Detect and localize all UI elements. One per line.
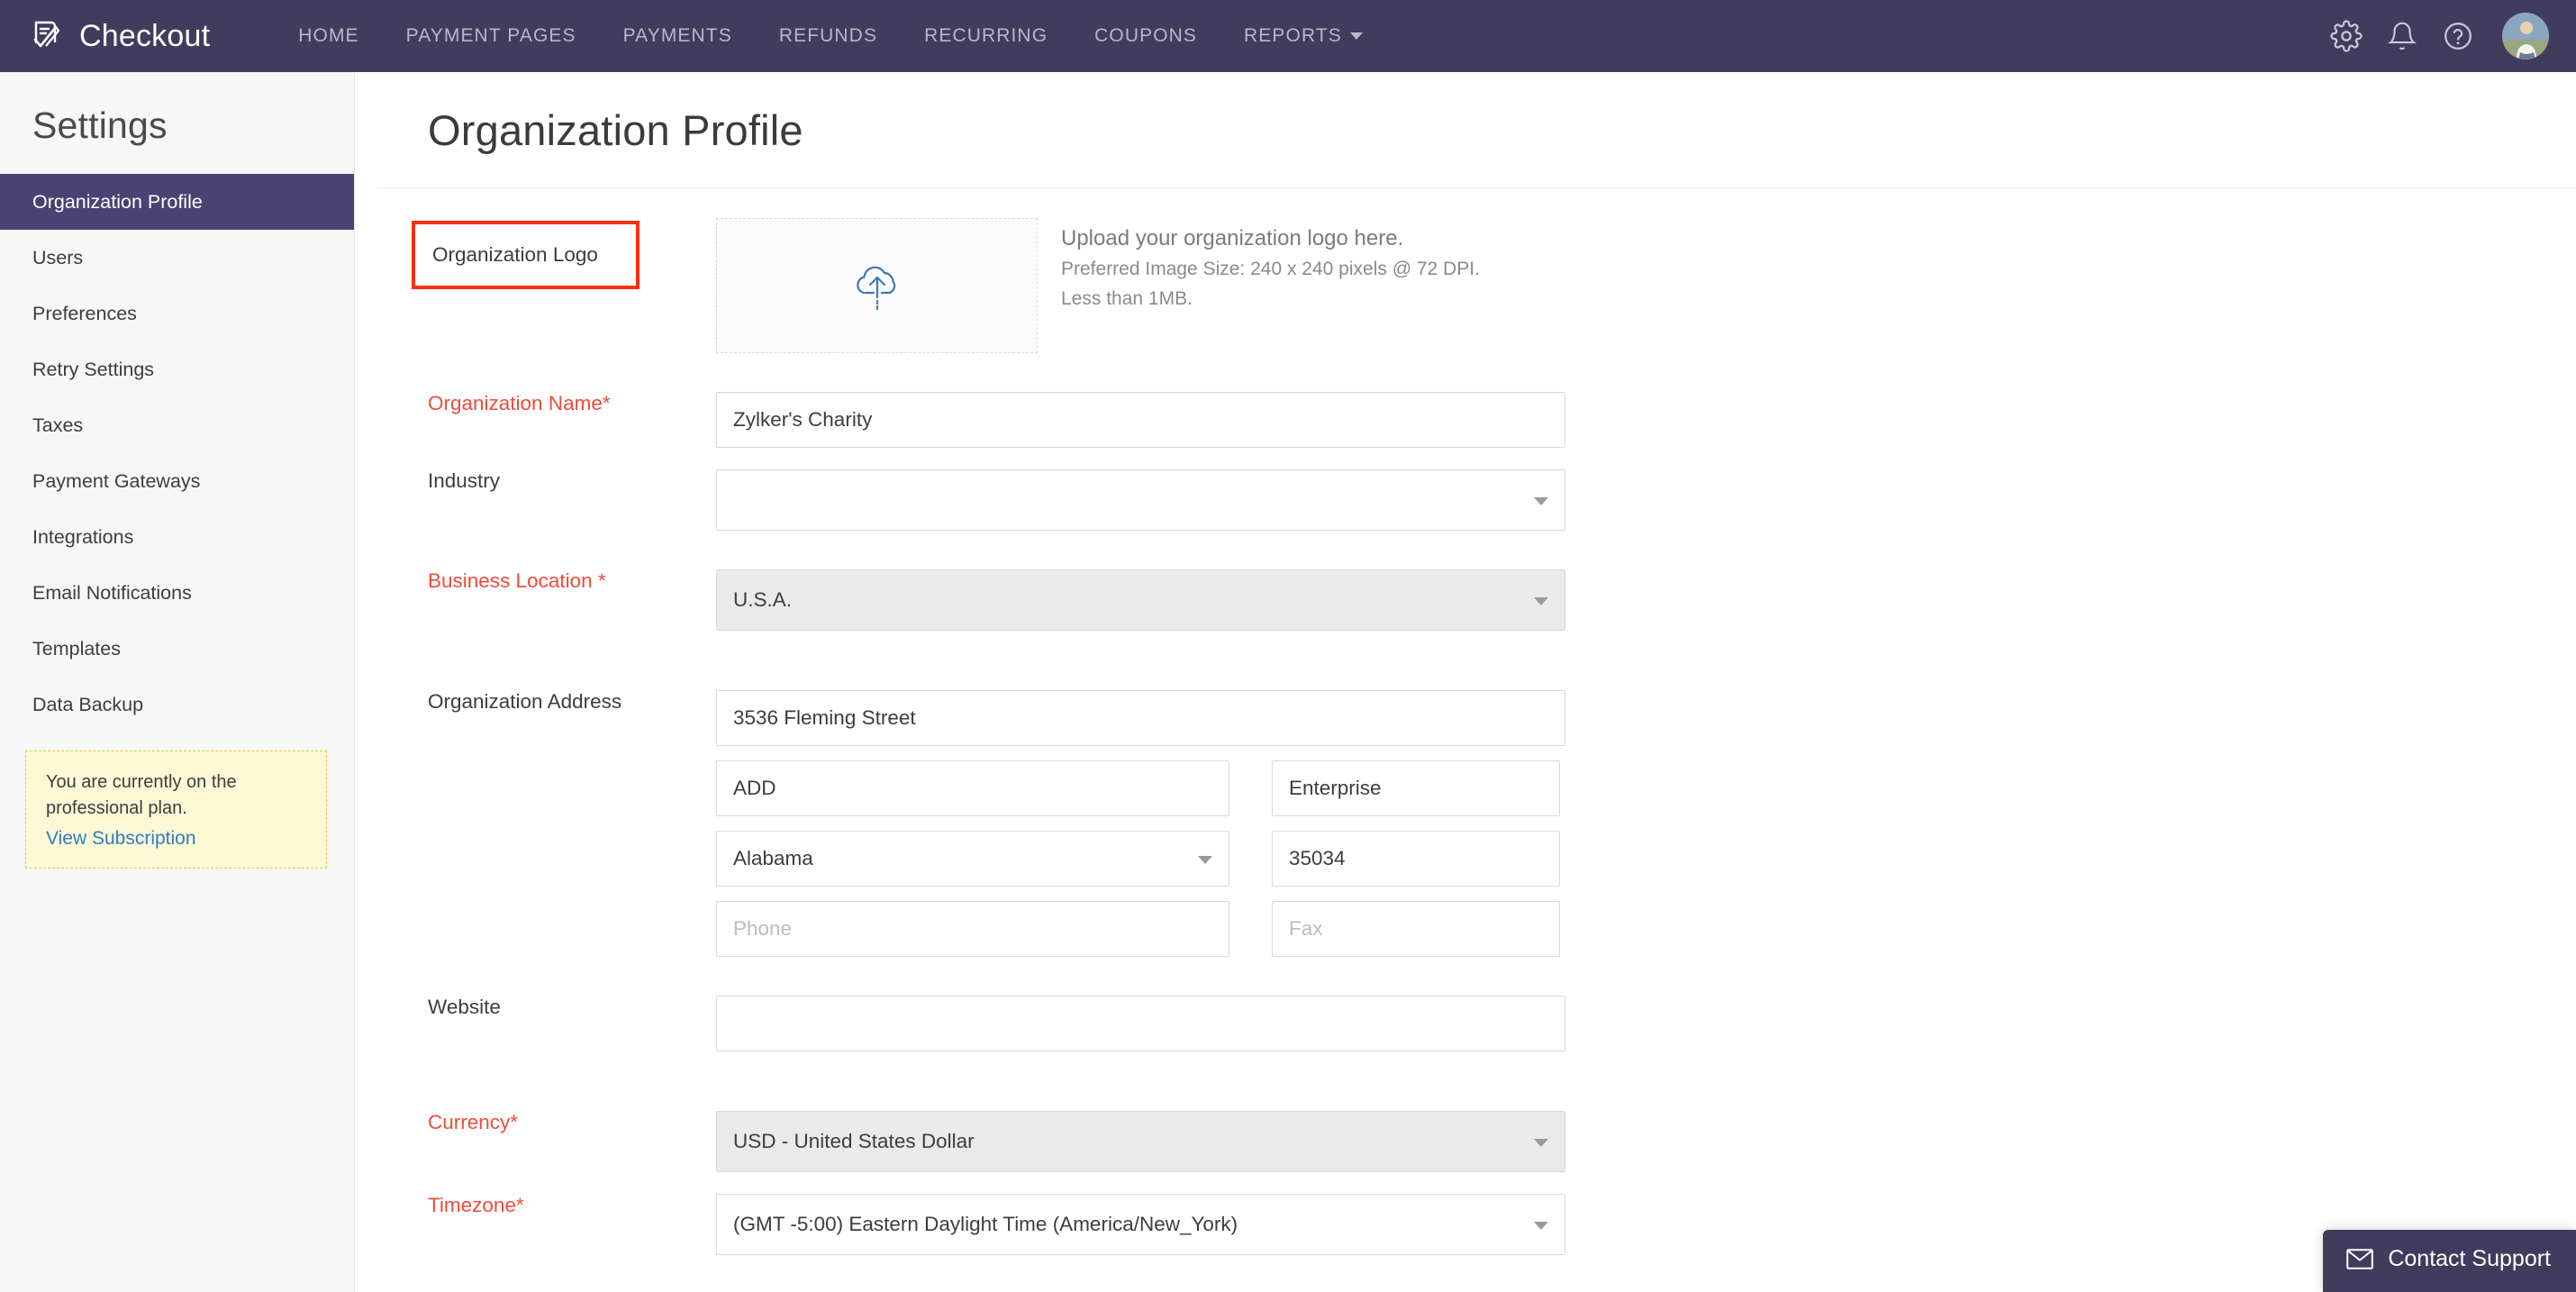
document-check-logo-icon	[23, 14, 67, 58]
nav-link-home[interactable]: HOME	[275, 0, 382, 72]
top-navbar: Checkout HOME PAYMENT PAGES PAYMENTS REF…	[0, 0, 2576, 72]
sidebar-item-integrations[interactable]: Integrations	[0, 509, 354, 565]
business-location-row: Business Location * U.S.A.	[377, 569, 2576, 631]
plan-notice-text: You are currently on the professional pl…	[46, 769, 306, 822]
nav-link-payment-pages[interactable]: PAYMENT PAGES	[383, 0, 600, 72]
currency-select-value: USD - United States Dollar	[733, 1130, 975, 1153]
sidebar-item-users[interactable]: Users	[0, 230, 354, 286]
brand-name: Checkout	[79, 19, 210, 54]
address-state-value: Alabama	[733, 847, 813, 870]
chevron-down-icon	[1534, 1139, 1548, 1147]
chevron-down-icon	[1350, 32, 1363, 40]
logo-upload-line-1: Upload your organization logo here.	[1061, 223, 1480, 255]
nav-link-reports[interactable]: REPORTS	[1220, 0, 1386, 72]
industry-control	[716, 469, 2576, 531]
timezone-control: (GMT -5:00) Eastern Daylight Time (Ameri…	[716, 1194, 2576, 1255]
envelope-icon	[2346, 1249, 2373, 1269]
contact-support-button[interactable]: Contact Support	[2323, 1230, 2576, 1292]
organization-name-row: Organization Name*	[377, 392, 2576, 448]
organization-logo-highlight-box: Organization Logo	[412, 221, 639, 289]
view-subscription-link[interactable]: View Subscription	[46, 828, 196, 850]
chevron-down-icon	[1534, 497, 1548, 505]
sidebar-item-retry-settings[interactable]: Retry Settings	[0, 341, 354, 397]
organization-name-input[interactable]	[716, 392, 1565, 448]
help-icon[interactable]	[2430, 8, 2486, 64]
organization-address-control: Alabama	[716, 690, 2576, 957]
address-line-4	[716, 901, 2576, 957]
logo-upload-info: Upload your organization logo here. Pref…	[1061, 218, 1480, 314]
sidebar-item-payment-gateways[interactable]: Payment Gateways	[0, 453, 354, 509]
currency-control: USD - United States Dollar	[716, 1111, 2576, 1172]
nav-link-reports-label: REPORTS	[1244, 25, 1342, 46]
timezone-select-value: (GMT -5:00) Eastern Daylight Time (Ameri…	[733, 1213, 1238, 1236]
page-title: Organization Profile	[377, 105, 803, 155]
address-street-input[interactable]	[716, 690, 1565, 746]
currency-select[interactable]: USD - United States Dollar	[716, 1111, 1565, 1172]
sidebar: Settings Organization Profile Users Pref…	[0, 72, 355, 1292]
nav-links: HOME PAYMENT PAGES PAYMENTS REFUNDS RECU…	[275, 0, 1386, 72]
website-control	[716, 996, 2576, 1051]
bell-icon[interactable]	[2374, 8, 2430, 64]
industry-row: Industry	[377, 469, 2576, 531]
address-zip-input[interactable]	[1272, 831, 1560, 887]
cloud-upload-icon	[846, 257, 909, 315]
nav-right-actions	[2318, 8, 2576, 64]
nav-link-payments[interactable]: PAYMENTS	[600, 0, 756, 72]
sidebar-item-preferences[interactable]: Preferences	[0, 286, 354, 341]
organization-name-label: Organization Name*	[377, 392, 716, 415]
website-row: Website	[377, 996, 2576, 1051]
sidebar-item-organization-profile[interactable]: Organization Profile	[0, 174, 354, 230]
sidebar-item-data-backup[interactable]: Data Backup	[0, 677, 354, 732]
address-fax-input[interactable]	[1272, 901, 1560, 957]
sidebar-title: Settings	[0, 72, 354, 174]
organization-profile-form: Organization Logo	[377, 188, 2576, 1255]
chevron-down-icon	[1198, 856, 1212, 864]
business-location-select[interactable]: U.S.A.	[716, 569, 1565, 631]
timezone-row: Timezone* (GMT -5:00) Eastern Daylight T…	[377, 1194, 2576, 1255]
sidebar-item-templates[interactable]: Templates	[0, 621, 354, 677]
sidebar-item-email-notifications[interactable]: Email Notifications	[0, 565, 354, 621]
business-location-label: Business Location *	[377, 569, 716, 593]
organization-logo-row: Organization Logo	[377, 218, 2576, 353]
organization-address-label: Organization Address	[377, 690, 716, 714]
address-phone-input[interactable]	[716, 901, 1229, 957]
chevron-down-icon	[1534, 597, 1548, 605]
organization-logo-label: Organization Logo	[415, 243, 598, 267]
plan-notice: You are currently on the professional pl…	[25, 751, 327, 869]
nav-link-coupons[interactable]: COUPONS	[1071, 0, 1220, 72]
contact-support-label: Contact Support	[2388, 1246, 2551, 1272]
gear-icon[interactable]	[2318, 8, 2374, 64]
currency-label: Currency*	[377, 1111, 716, 1134]
organization-address-row: Organization Address Alabama	[377, 690, 2576, 957]
nav-link-refunds[interactable]: REFUNDS	[756, 0, 901, 72]
currency-row: Currency* USD - United States Dollar	[377, 1111, 2576, 1172]
industry-select[interactable]	[716, 469, 1565, 531]
business-location-control: U.S.A.	[716, 569, 2576, 631]
website-label: Website	[377, 996, 716, 1019]
logo-upload-line-3: Less than 1MB.	[1061, 285, 1480, 314]
industry-label: Industry	[377, 469, 716, 493]
address-city-input[interactable]	[716, 760, 1229, 816]
user-avatar	[2502, 13, 2549, 59]
timezone-label: Timezone*	[377, 1194, 716, 1217]
main-content: Organization Profile Organization Logo	[377, 72, 2576, 1292]
logo-upload-line-2: Preferred Image Size: 240 x 240 pixels @…	[1061, 255, 1480, 285]
organization-name-control	[716, 392, 2576, 448]
address-state-select[interactable]: Alabama	[716, 831, 1229, 887]
address-line-3: Alabama	[716, 831, 2576, 887]
page-header: Organization Profile	[377, 72, 2576, 188]
website-input[interactable]	[716, 996, 1565, 1051]
brand[interactable]: Checkout	[23, 14, 210, 58]
logo-dropzone[interactable]	[716, 218, 1038, 353]
organization-logo-control: Upload your organization logo here. Pref…	[716, 218, 2576, 353]
nav-link-recurring[interactable]: RECURRING	[901, 0, 1071, 72]
chevron-down-icon	[1534, 1222, 1548, 1230]
business-location-select-value: U.S.A.	[733, 588, 792, 612]
address-line-2	[716, 760, 2576, 816]
timezone-select[interactable]: (GMT -5:00) Eastern Daylight Time (Ameri…	[716, 1194, 1565, 1255]
sidebar-item-taxes[interactable]: Taxes	[0, 397, 354, 453]
avatar[interactable]	[2502, 13, 2549, 59]
address-company-input[interactable]	[1272, 760, 1560, 816]
